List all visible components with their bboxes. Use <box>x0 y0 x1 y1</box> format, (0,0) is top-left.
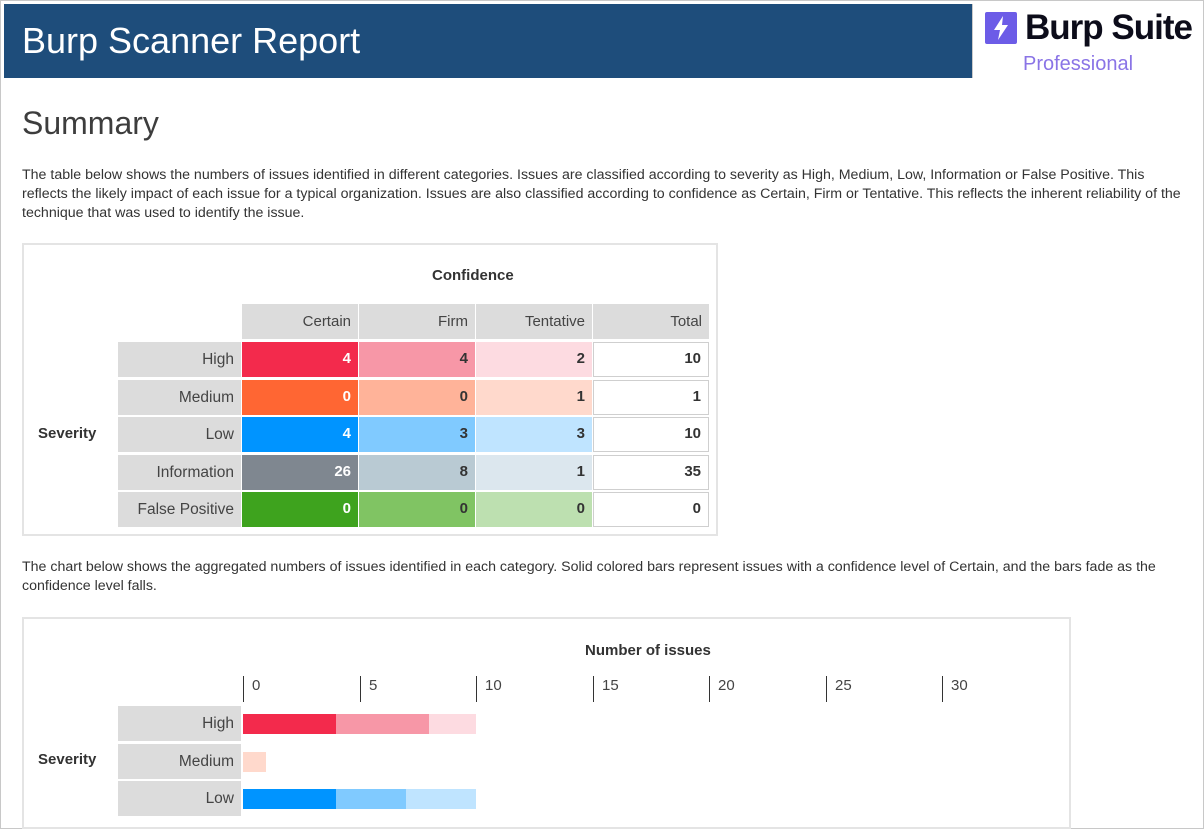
count-cell: 1 <box>476 380 592 415</box>
count-cell: 3 <box>359 417 475 452</box>
x-tick-label: 20 <box>709 676 735 702</box>
x-tick-label: 10 <box>476 676 502 702</box>
count-cell: 0 <box>359 380 475 415</box>
chart-title: Number of issues <box>585 642 711 659</box>
lightning-bolt-icon <box>985 12 1017 44</box>
column-header-total: Total <box>593 304 709 339</box>
bar-low-certain <box>243 789 336 809</box>
bar-high-tentative <box>429 714 476 734</box>
x-tick-label: 0 <box>243 676 260 702</box>
total-cell: 0 <box>593 492 709 527</box>
count-cell: 1 <box>476 455 592 490</box>
total-cell: 1 <box>593 380 709 415</box>
chart-category-medium: Medium <box>118 744 241 779</box>
chart-category-low: Low <box>118 781 241 816</box>
column-header-certain: Certain <box>242 304 358 339</box>
report-header: Burp Scanner Report Burp Suite Professio… <box>4 4 1203 78</box>
row-label-low: Low <box>118 417 241 452</box>
count-cell: 8 <box>359 455 475 490</box>
total-cell: 10 <box>593 417 709 452</box>
row-label-false-positive: False Positive <box>118 492 241 527</box>
x-tick-label: 5 <box>360 676 377 702</box>
row-label-information: Information <box>118 455 241 490</box>
count-cell: 4 <box>242 417 358 452</box>
total-cell: 35 <box>593 455 709 490</box>
column-header-tentative: Tentative <box>476 304 592 339</box>
summary-heading: Summary <box>22 105 159 141</box>
chart-row-axis-label: Severity <box>38 751 97 768</box>
bar-high-certain <box>243 714 336 734</box>
row-label-medium: Medium <box>118 380 241 415</box>
x-tick-label: 30 <box>942 676 968 702</box>
chart-category-high: High <box>118 706 241 741</box>
x-tick-label: 15 <box>593 676 619 702</box>
total-cell: 10 <box>593 342 709 377</box>
bar-low-firm <box>336 789 406 809</box>
count-cell: 0 <box>476 492 592 527</box>
count-cell: 0 <box>242 492 358 527</box>
x-tick-label: 25 <box>826 676 852 702</box>
count-cell: 4 <box>242 342 358 377</box>
burp-suite-logo: Burp Suite Professional <box>972 4 1203 78</box>
chart-intro: The chart below shows the aggregated num… <box>22 559 1156 594</box>
logo-name: Burp Suite <box>1025 8 1193 47</box>
count-cell: 4 <box>359 342 475 377</box>
logo-edition: Professional <box>1023 53 1134 75</box>
count-cell: 3 <box>476 417 592 452</box>
table-title: Confidence <box>432 267 514 284</box>
bar-low-tentative <box>406 789 476 809</box>
count-cell: 26 <box>242 455 358 490</box>
summary-intro: The table below shows the numbers of iss… <box>22 167 1181 221</box>
table-row-axis-label: Severity <box>38 425 97 442</box>
count-cell: 0 <box>242 380 358 415</box>
count-cell: 0 <box>359 492 475 527</box>
row-label-high: High <box>118 342 241 377</box>
bar-high-firm <box>336 714 429 734</box>
report-title: Burp Scanner Report <box>22 20 361 61</box>
bar-medium-tentative <box>243 752 266 772</box>
count-cell: 2 <box>476 342 592 377</box>
column-header-firm: Firm <box>359 304 475 339</box>
